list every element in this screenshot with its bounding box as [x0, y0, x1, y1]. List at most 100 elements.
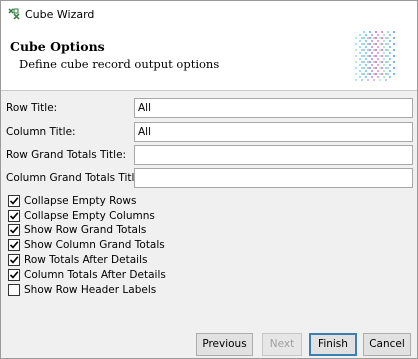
cube-dot	[363, 31, 365, 33]
next-button[interactable]: Next	[262, 333, 302, 356]
cube-dot	[383, 70, 385, 72]
cube-dot	[383, 46, 385, 48]
cube-dot	[379, 37, 381, 39]
cube-dot	[379, 79, 381, 81]
collapse-empty-rows-label: Collapse Empty Rows	[24, 195, 137, 207]
row-grand-totals-title-row: Row Grand Totals Title:	[1, 145, 417, 165]
previous-button[interactable]: Previous	[196, 333, 253, 356]
cube-dot	[359, 64, 361, 66]
cube-dot	[393, 55, 395, 57]
row-grand-totals-title-input[interactable]	[134, 145, 413, 165]
row-grand-totals-title-label: Row Grand Totals Title:	[6, 149, 127, 161]
cube-dot	[355, 79, 357, 81]
cube-dot	[393, 67, 395, 69]
row-totals-after-details-checkbox[interactable]	[8, 254, 20, 266]
cube-dot	[373, 73, 375, 75]
column-grand-totals-title-input[interactable]	[134, 168, 413, 188]
cube-dot	[359, 76, 361, 78]
cube-dot	[369, 61, 371, 63]
column-grand-totals-title-label: Column Grand Totals Title:	[6, 172, 145, 184]
cube-dot	[377, 70, 379, 72]
cube-dot	[377, 76, 379, 78]
cube-dot	[359, 40, 361, 42]
column-title-row: Column Title:	[1, 122, 417, 142]
finish-button[interactable]: Finish	[309, 333, 357, 356]
cube-dot	[363, 61, 365, 63]
show-row-grand-totals-label: Show Row Grand Totals	[24, 224, 147, 236]
check-mark-icon	[9, 241, 19, 249]
cube-dot	[367, 79, 369, 81]
show-row-grand-totals-checkbox[interactable]	[8, 224, 20, 236]
check-mark-icon	[9, 256, 19, 264]
cube-dot	[379, 67, 381, 69]
cube-wizard-window: Cube Wizard Cube Options Define cube rec…	[0, 0, 418, 359]
wizard-header: Cube Options Define cube record output o…	[1, 28, 417, 91]
cube-dot	[383, 58, 385, 60]
check-mark-icon	[9, 212, 19, 220]
cube-dot	[387, 61, 389, 63]
cube-dot	[371, 40, 373, 42]
column-totals-after-details-checkbox[interactable]	[8, 269, 20, 281]
cube-dot	[365, 76, 367, 78]
row-title-label: Row Title:	[6, 102, 58, 114]
cube-dot	[379, 55, 381, 57]
cube-dot	[373, 61, 375, 63]
collapse-empty-columns-label: Collapse Empty Columns	[24, 210, 155, 222]
column-title-input[interactable]	[134, 122, 413, 142]
cube-dot	[361, 43, 363, 45]
collapse-empty-rows-checkbox[interactable]	[8, 195, 20, 207]
cube-dot	[369, 73, 371, 75]
cube-dot	[373, 37, 375, 39]
cube-dot	[363, 67, 365, 69]
check-mark-icon	[9, 271, 19, 279]
cube-dot	[381, 73, 383, 75]
collapse-empty-columns-checkbox[interactable]	[8, 210, 20, 222]
cube-dot	[381, 43, 383, 45]
cube-dot	[383, 64, 385, 66]
cube-dot	[381, 55, 383, 57]
cube-dot	[385, 79, 387, 81]
cube-dot	[385, 43, 387, 45]
cube-dot	[365, 40, 367, 42]
cube-dot	[385, 73, 387, 75]
cube-dot	[387, 31, 389, 33]
cube-dot	[387, 43, 389, 45]
cube-dot	[379, 73, 381, 75]
cancel-button[interactable]: Cancel	[363, 333, 411, 356]
cube-dot	[355, 49, 357, 51]
cube-dot	[377, 64, 379, 66]
cube-dot	[387, 37, 389, 39]
cube-dot	[387, 55, 389, 57]
cube-dot	[361, 61, 363, 63]
cube-dot	[369, 67, 371, 69]
cube-dot	[383, 40, 385, 42]
cube-dot	[359, 46, 361, 48]
title-bar: Cube Wizard	[1, 1, 417, 28]
cube-dot	[381, 61, 383, 63]
cube-dot	[387, 73, 389, 75]
cube-dot	[377, 58, 379, 60]
cube-dot	[363, 43, 365, 45]
cube-dot	[355, 61, 357, 63]
cube-dot	[389, 40, 391, 42]
cube-dot	[367, 67, 369, 69]
cube-dot	[365, 70, 367, 72]
cube-dot	[389, 34, 391, 36]
cube-dot	[371, 76, 373, 78]
cube-dots-graphic	[355, 31, 395, 81]
cube-dot	[361, 55, 363, 57]
cube-dot	[369, 55, 371, 57]
show-row-header-labels-checkbox[interactable]	[8, 284, 20, 296]
cube-dot	[373, 79, 375, 81]
row-title-input[interactable]	[134, 98, 413, 118]
cube-dot	[359, 58, 361, 60]
column-totals-after-details-label: Column Totals After Details	[24, 269, 166, 281]
cube-dot	[375, 67, 377, 69]
cube-dot	[359, 70, 361, 72]
cube-dot	[371, 64, 373, 66]
cube-dot	[361, 79, 363, 81]
page-title: Cube Options	[10, 39, 105, 54]
show-column-grand-totals-checkbox[interactable]	[8, 239, 20, 251]
cube-dot	[369, 43, 371, 45]
cube-dot	[389, 64, 391, 66]
